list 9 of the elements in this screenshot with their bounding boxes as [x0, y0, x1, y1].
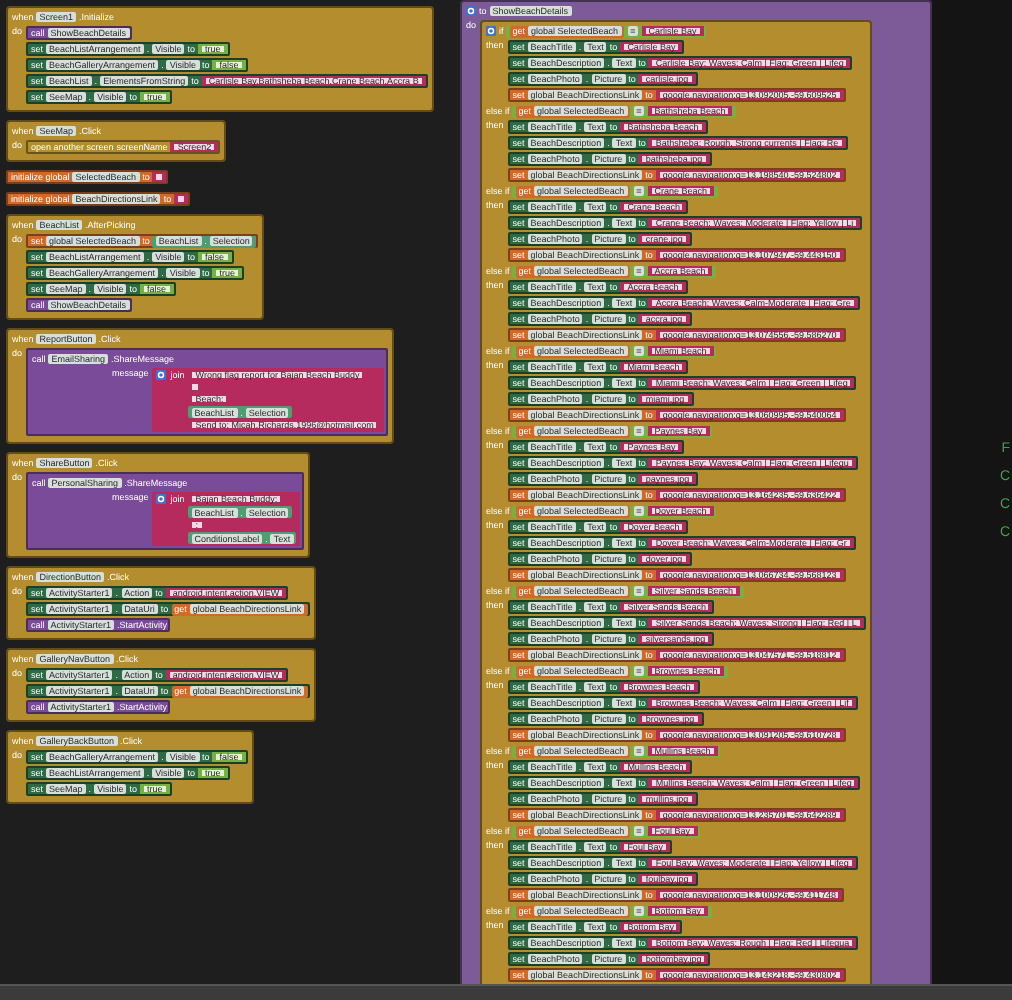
gear-icon[interactable]: [466, 6, 476, 16]
if-block[interactable]: [480, 20, 872, 984]
procedure-block[interactable]: [460, 0, 932, 984]
text-block[interactable]: [188, 382, 203, 392]
event-block[interactable]: [6, 214, 264, 320]
event-block[interactable]: [6, 6, 434, 112]
gear-icon[interactable]: [486, 26, 497, 36]
gear-icon[interactable]: [156, 370, 167, 380]
gear-icon[interactable]: [156, 494, 167, 504]
